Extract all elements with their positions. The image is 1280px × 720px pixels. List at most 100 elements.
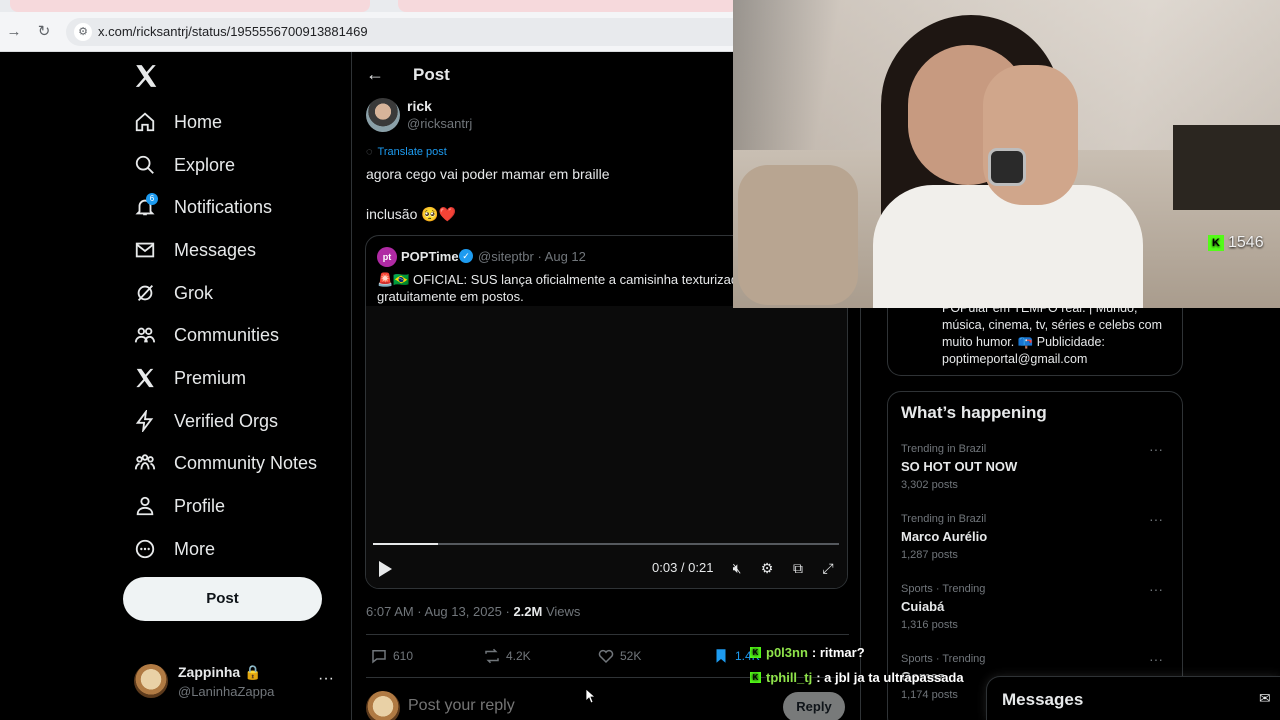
webcam-shelf [1173,125,1280,210]
reply-count: 610 [393,649,414,663]
nav-label: Premium [174,367,247,388]
translate-label: Translate post [377,146,447,158]
author-name[interactable]: rick [407,98,432,114]
trend-context: Trending in Brazil [901,443,987,455]
address-bar[interactable]: ⚙ x.com/ricksantrj/status/19555567009138… [66,18,746,46]
video-time: 0:03 / 0:21 [652,560,714,575]
nav-item-messages[interactable]: Messages [134,230,256,270]
smartwatch [988,148,1026,186]
nav-label: Notifications [174,196,273,217]
avatar[interactable] [134,664,168,698]
forward-arrow-icon[interactable]: → [4,22,24,42]
repost-count: 4.2K [506,649,531,663]
trend-name: Cuiabá [901,599,945,614]
nav-item-premium[interactable]: Premium [134,358,246,398]
more-icon[interactable]: ··· [1149,651,1163,667]
nav-item-community-notes[interactable]: Community Notes [134,443,317,483]
quote-avatar[interactable]: pt [377,247,397,267]
comment-icon [372,650,386,664]
lightning-icon [135,410,154,432]
heart-icon [598,649,614,664]
site-settings-icon[interactable]: ⚙ [74,23,92,41]
author-handle[interactable]: @ricksantrj [407,116,472,131]
post-timestamp[interactable]: 6:07 AM · Aug 13, 2025 · 2.2M Views [366,604,580,619]
quote-author-name[interactable]: POPTime [401,249,459,264]
trend-item[interactable]: Trending in Brazil SO HOT OUT NOW 3,302 … [901,441,1171,503]
repost-icon [485,648,499,664]
nav-item-verified-orgs[interactable]: Verified Orgs [134,401,278,441]
nav-item-communities[interactable]: Communities [134,315,279,355]
video-progress-fill [373,543,439,545]
back-arrow-icon[interactable]: ← [366,64,384,85]
avatar[interactable] [366,691,400,720]
messages-drawer-title: Messages [1002,690,1084,709]
new-message-icon[interactable]: ✉ [1259,690,1277,708]
trend-name: SO HOT OUT NOW [901,459,1018,474]
chat-text: : ritmar? [811,645,865,660]
nav-label: Communities [174,324,280,345]
views-count: 2.2M [513,604,543,619]
browser-tab[interactable] [10,0,370,12]
home-icon [135,112,155,132]
nav-label: Home [174,111,223,132]
more-icon[interactable]: ··· [1149,441,1163,457]
url-text[interactable]: x.com/ricksantrj/status/1955556700913881… [98,24,368,39]
post-text: agora cego vai poder mamar em braille [366,166,610,182]
trend-count: 1,174 posts [901,689,958,701]
account-switcher[interactable]: Zappinha 🔒 @LaninhaZappa ··· [134,664,344,702]
repost-action[interactable]: 4.2K [483,647,531,665]
nav-label: Profile [174,495,226,516]
reload-icon[interactable]: ↻ [34,22,54,42]
nav-item-explore[interactable]: Explore [134,145,235,185]
play-icon[interactable] [377,560,393,578]
timestamp-text: 6:07 AM · Aug 13, 2025 · [366,604,514,619]
more-icon[interactable]: ··· [1149,581,1163,597]
translate-post-link[interactable]: ◌ Translate post [366,146,447,158]
search-icon [135,155,154,174]
compose-post-button[interactable]: Post [123,577,322,621]
nav-item-more[interactable]: More [134,529,215,569]
more-icon[interactable]: ··· [318,670,334,688]
quote-meta: @siteptbr · Aug 12 [478,249,586,264]
trend-item[interactable]: Trending in Brazil Marco Aurélio 1,287 p… [901,511,1171,573]
more-icon[interactable]: ··· [1149,511,1163,527]
x-logo-icon[interactable] [133,63,159,89]
reply-button[interactable]: Reply [783,692,845,720]
picture-in-picture-icon[interactable]: ⧉ [789,559,807,577]
stream-chat-overlay: K p0l3nn : ritmar? K tphill_tj : a jbl j… [750,640,1010,690]
like-action[interactable]: 52K [597,647,641,665]
more-circle-icon [135,539,155,559]
fullscreen-icon[interactable]: ⤢ [819,559,837,577]
verified-badge-icon: ✓ [459,249,473,263]
x-icon [136,368,154,388]
nav-item-grok[interactable]: Grok [134,273,213,313]
mute-icon[interactable]: 🔇︎ [728,559,746,577]
trend-count: 1,316 posts [901,619,958,631]
views-label: Views [542,604,581,619]
browser-tab[interactable] [398,0,738,12]
left-nav: Home Explore 6 Notifications Messages Gr… [0,52,351,720]
like-count: 52K [620,649,642,663]
nav-item-home[interactable]: Home [134,102,222,142]
page-title: Post [413,65,450,84]
reply-input[interactable] [408,697,708,715]
bio-text: POPular em TEMPO real. | Mundo, música, … [942,301,1162,366]
trend-context: Trending in Brazil [901,513,987,525]
kick-logo-icon: K [1208,235,1224,251]
messages-drawer[interactable]: Messages ✉ [986,676,1280,720]
account-handle: @LaninhaZappa [178,684,275,699]
grok-icon [137,285,154,301]
trend-item[interactable]: Sports · Trending Cuiabá 1,316 posts ··· [901,581,1171,643]
nav-item-profile[interactable]: Profile [134,486,225,526]
nav-label: Grok [174,282,214,303]
reply-action[interactable]: 610 [370,647,413,665]
settings-gear-icon[interactable]: ⚙ [758,559,776,577]
trend-count: 3,302 posts [901,479,958,491]
video-progress-bar[interactable] [373,543,839,545]
nav-item-notifications[interactable]: 6 Notifications [134,187,272,227]
notification-badge: 6 [146,193,158,205]
video-player[interactable]: 0:03 / 0:21 🔇︎ ⚙ ⧉ ⤢ [366,306,847,588]
trend-context: Sports · Trending [901,583,986,595]
chat-text: : a jbl ja ta ultrapassada [816,670,964,685]
author-avatar[interactable] [366,98,400,132]
